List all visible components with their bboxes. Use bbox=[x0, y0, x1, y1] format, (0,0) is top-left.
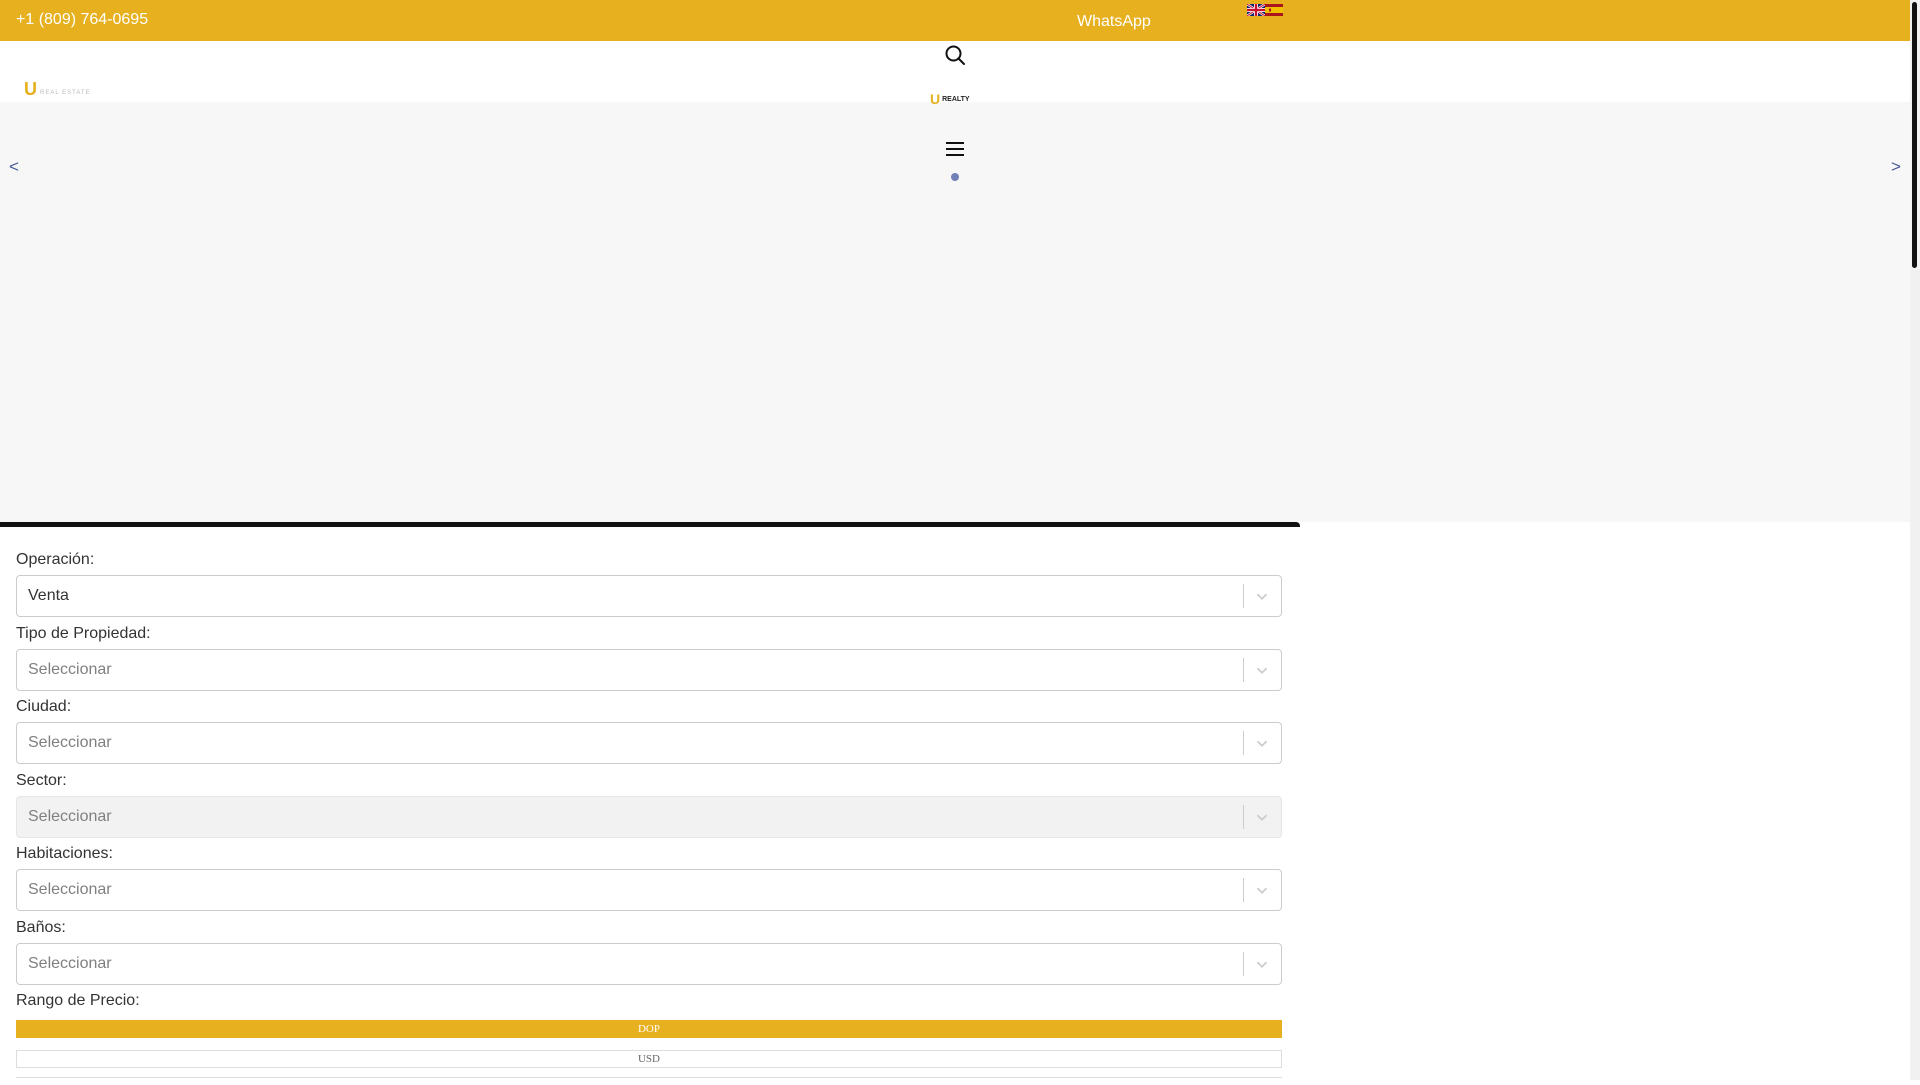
whatsapp-link[interactable]: WhatsApp bbox=[1077, 13, 1151, 31]
page-scrollbar[interactable] bbox=[1910, 0, 1920, 1080]
chevron-down-icon bbox=[1256, 814, 1268, 821]
hamburger-menu-icon[interactable] bbox=[943, 137, 967, 161]
slider-dot[interactable] bbox=[951, 173, 959, 181]
logo-text: REAL ESTATE bbox=[40, 90, 91, 96]
logo-mark: U bbox=[24, 79, 37, 99]
property-type-select[interactable]: Seleccionar bbox=[16, 649, 1282, 691]
bedrooms-label: Habitaciones: bbox=[16, 845, 113, 862]
chevron-down-icon bbox=[1256, 961, 1268, 968]
bathrooms-placeholder: Seleccionar bbox=[28, 955, 112, 972]
hero-slider bbox=[0, 102, 1910, 522]
chevron-down-icon bbox=[1256, 740, 1268, 747]
select-separator bbox=[1243, 731, 1244, 755]
currency-usd-button[interactable]: USD bbox=[16, 1050, 1282, 1068]
chevron-down-icon bbox=[1256, 667, 1268, 674]
bathrooms-select[interactable]: Seleccionar bbox=[16, 943, 1282, 985]
sector-select: Seleccionar bbox=[16, 796, 1282, 838]
language-switcher bbox=[1247, 4, 1283, 16]
scrollbar-thumb[interactable] bbox=[1912, 2, 1917, 268]
mobile-logo[interactable]: U REALTY bbox=[930, 92, 970, 106]
chevron-down-icon bbox=[1256, 593, 1268, 600]
property-type-placeholder: Seleccionar bbox=[28, 661, 112, 678]
property-type-label: Tipo de Propiedad: bbox=[16, 625, 151, 642]
slider-prev-button[interactable]: < bbox=[9, 157, 19, 177]
chevron-down-icon bbox=[1256, 887, 1268, 894]
select-separator bbox=[1243, 658, 1244, 682]
logo-text-small: REALTY bbox=[942, 95, 970, 103]
sector-placeholder: Seleccionar bbox=[28, 808, 112, 825]
select-separator bbox=[1243, 878, 1244, 902]
spain-flag-icon[interactable] bbox=[1265, 4, 1283, 16]
operation-value: Venta bbox=[28, 587, 69, 604]
price-range-slider[interactable] bbox=[16, 1077, 1282, 1081]
top-bar: +1 (809) 764-0695 WhatsApp bbox=[0, 0, 1910, 41]
search-icon[interactable] bbox=[943, 43, 967, 67]
currency-dop-button[interactable]: DOP bbox=[16, 1020, 1282, 1038]
select-separator bbox=[1243, 805, 1244, 829]
phone-number-link[interactable]: +1 (809) 764-0695 bbox=[16, 11, 148, 29]
bathrooms-label: Baños: bbox=[16, 919, 66, 936]
city-select[interactable]: Seleccionar bbox=[16, 722, 1282, 764]
bedrooms-select[interactable]: Seleccionar bbox=[16, 869, 1282, 911]
slider-next-button[interactable]: > bbox=[1891, 157, 1901, 177]
uk-flag-icon[interactable] bbox=[1247, 4, 1265, 16]
price-range-label: Rango de Precio: bbox=[16, 992, 140, 1009]
operation-label: Operación: bbox=[16, 551, 95, 568]
select-separator bbox=[1243, 584, 1244, 608]
logo-mark-small: U bbox=[930, 91, 941, 107]
bedrooms-placeholder: Seleccionar bbox=[28, 881, 112, 898]
city-placeholder: Seleccionar bbox=[28, 734, 112, 751]
operation-select[interactable]: Venta bbox=[16, 575, 1282, 617]
select-separator bbox=[1243, 952, 1244, 976]
sector-label: Sector: bbox=[16, 772, 67, 789]
site-logo[interactable]: U REAL ESTATE bbox=[24, 80, 91, 98]
city-label: Ciudad: bbox=[16, 698, 72, 715]
